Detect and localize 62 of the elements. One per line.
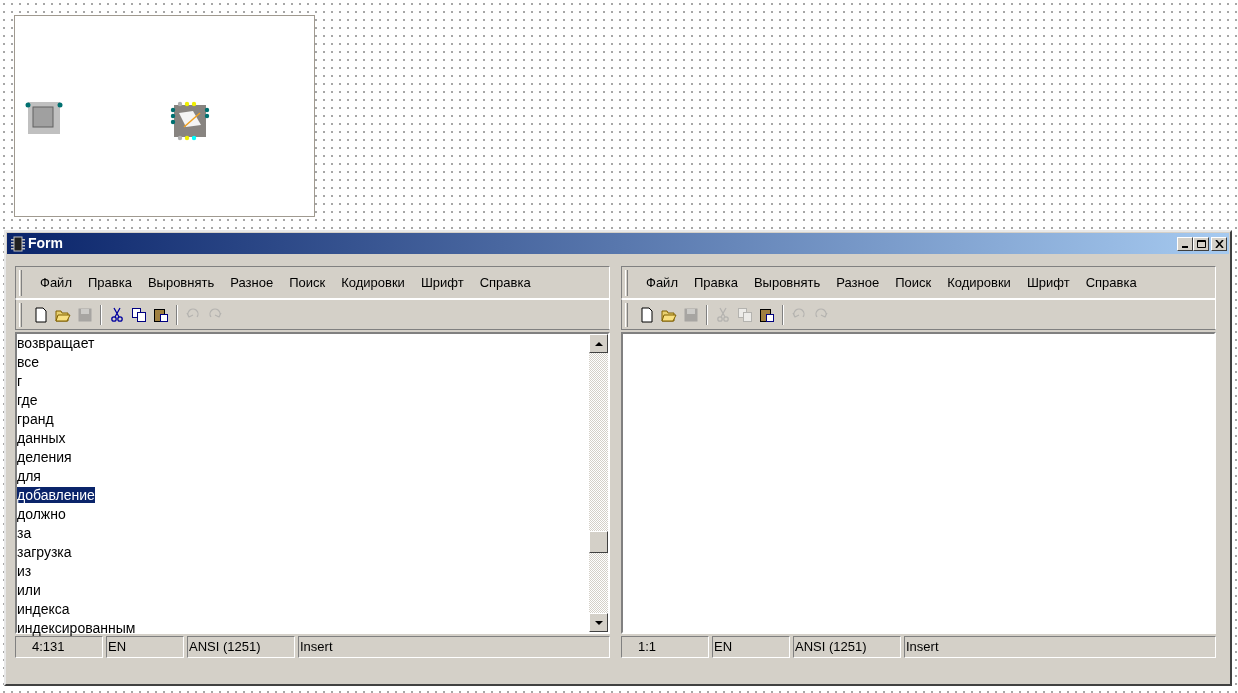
text-area[interactable]: возвращает все г где гранд данных деления для добавление должно за загрузка из или индекса индексированным <box>15 332 610 634</box>
menu-item[interactable]: Правка <box>79 272 140 293</box>
copy-icon[interactable] <box>131 306 147 323</box>
scrollbar[interactable] <box>589 334 608 632</box>
menu-item[interactable]: Файл <box>638 272 686 293</box>
status-field: EN <box>712 636 790 658</box>
text-line: данных <box>17 430 66 446</box>
text-line: загрузка <box>17 544 72 560</box>
minimize-icon <box>1182 245 1188 248</box>
memo-node-drawing[interactable] <box>170 101 210 141</box>
menu-item[interactable]: Поиск <box>887 272 940 293</box>
text-line: должно <box>17 506 66 522</box>
window-title: Form <box>28 234 63 253</box>
text-line: все <box>17 354 40 370</box>
clipboard-icon[interactable] <box>759 306 775 323</box>
text-line: возвращает <box>17 335 95 351</box>
chip-icon <box>10 235 26 252</box>
close-button[interactable] <box>1211 236 1227 251</box>
menu-item[interactable]: Разное <box>222 272 282 293</box>
menu-item[interactable]: Шрифт <box>412 272 472 293</box>
menu-item[interactable]: Файл <box>32 272 80 293</box>
menu-item[interactable]: Выровнять <box>139 272 223 293</box>
maximize-button[interactable] <box>1193 236 1209 251</box>
text-line: из <box>17 563 32 579</box>
status-field: ANSI (1251) <box>793 636 901 658</box>
menu-item[interactable]: Справка <box>471 272 539 293</box>
maximize-icon <box>1196 239 1206 248</box>
new-file-icon[interactable] <box>639 306 655 323</box>
menu-item[interactable]: Выровнять <box>745 272 829 293</box>
status-field: Insert <box>298 636 610 658</box>
text-line: где <box>17 392 38 408</box>
menu-item[interactable]: Шрифт <box>1018 272 1078 293</box>
menu-item[interactable]: Кодировки <box>333 272 413 293</box>
status-field: Insert <box>904 636 1216 658</box>
menu-item[interactable]: Правка <box>685 272 746 293</box>
menu-item[interactable]: Поиск <box>281 272 334 293</box>
scroll-up-button[interactable] <box>589 334 608 353</box>
minimize-button[interactable] <box>1177 236 1193 251</box>
text-line: за <box>17 525 32 541</box>
status-field: 4:131 <box>15 636 103 658</box>
text-line: индексированным <box>17 620 136 636</box>
status-field: EN <box>106 636 184 658</box>
scroll-down-button[interactable] <box>589 613 608 632</box>
menu-item[interactable]: Разное <box>828 272 888 293</box>
button-node-drawing[interactable] <box>25 100 65 136</box>
text-line: или <box>17 582 41 598</box>
text-line: индекса <box>17 601 70 617</box>
clipboard-icon[interactable] <box>153 306 169 323</box>
new-file-icon[interactable] <box>33 306 49 323</box>
menu-item[interactable]: Справка <box>1077 272 1145 293</box>
text-line: гранд <box>17 411 54 427</box>
text-line: для <box>17 468 41 484</box>
status-field: ANSI (1251) <box>187 636 295 658</box>
status-field: 1:1 <box>621 636 709 658</box>
scissors-icon[interactable] <box>109 306 125 323</box>
down-triangle-icon <box>594 620 603 625</box>
close-icon <box>1214 239 1224 248</box>
scroll-thumb[interactable] <box>589 531 608 553</box>
text-line: г <box>17 373 23 389</box>
text-line: деления <box>17 449 72 465</box>
up-triangle-icon <box>594 341 603 346</box>
menu-item[interactable]: Кодировки <box>939 272 1019 293</box>
